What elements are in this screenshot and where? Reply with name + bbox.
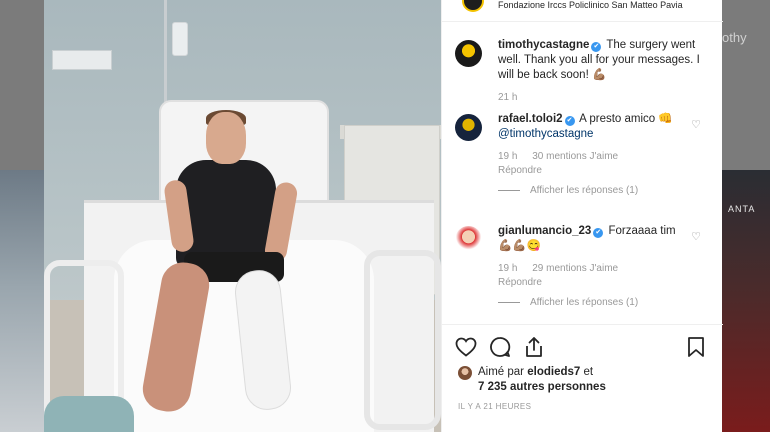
replies-dash bbox=[498, 190, 520, 191]
post-modal: Fondazione Irccs Policlinico San Matteo … bbox=[44, 0, 723, 432]
photo-bed-rail-right bbox=[364, 250, 441, 430]
likes-others-link[interactable]: 7 235 autres personnes bbox=[478, 381, 606, 393]
post-actions: Aimé par elodieds7 et 7 235 autres perso… bbox=[442, 324, 723, 432]
post-timestamp[interactable]: IL Y A 21 HEURES bbox=[458, 402, 531, 411]
post-photo[interactable] bbox=[44, 0, 441, 432]
comment-like-heart-icon[interactable]: ♡ bbox=[691, 118, 701, 131]
caption-text: timothycastagne ✔ The surgery went well. … bbox=[498, 38, 701, 83]
avatar[interactable] bbox=[462, 0, 484, 12]
show-replies-label: Afficher les réponses (1) bbox=[530, 185, 639, 196]
verified-badge-icon: ✔ bbox=[564, 116, 575, 126]
comment-likes-count[interactable]: 29 mentions J'aime bbox=[532, 263, 618, 274]
avatar[interactable] bbox=[455, 114, 482, 141]
comment-username[interactable]: gianlumancio_23 bbox=[498, 225, 591, 237]
likes-user-link[interactable]: elodieds7 bbox=[527, 366, 580, 378]
comment-emojis: 💪🏽💪🏽😋 bbox=[498, 240, 541, 252]
comment-username[interactable]: rafael.toloi2 bbox=[498, 113, 563, 125]
bookmark-icon[interactable] bbox=[684, 335, 710, 361]
photo-person-head bbox=[206, 112, 246, 164]
post-panel: Fondazione Irccs Policlinico San Matteo … bbox=[441, 0, 723, 432]
share-icon[interactable] bbox=[522, 335, 548, 361]
background-photo-caption: ANTA bbox=[728, 204, 756, 214]
avatar[interactable] bbox=[458, 366, 472, 380]
comment-text: gianlumancio_23 ✔ Forzaaaa tim 💪🏽💪🏽😋 bbox=[498, 224, 701, 254]
comment-username[interactable]: timothycastagne bbox=[498, 39, 589, 51]
avatar[interactable] bbox=[455, 226, 482, 253]
background-photo-left[interactable] bbox=[0, 170, 44, 432]
replies-dash bbox=[498, 302, 520, 303]
photo-wall-panel bbox=[52, 50, 112, 70]
comment-item: gianlumancio_23 ✔ Forzaaaa tim 💪🏽💪🏽😋 ♡ 19… bbox=[442, 224, 723, 308]
comment-time[interactable]: 21 h bbox=[498, 92, 517, 103]
avatar[interactable] bbox=[455, 40, 482, 67]
action-bar bbox=[454, 335, 712, 361]
comment-item: rafael.toloi2 ✔ A presto amico 👊 @timothy… bbox=[442, 112, 723, 224]
post-location[interactable]: Fondazione Irccs Policlinico San Matteo … bbox=[498, 0, 683, 10]
heart-icon[interactable] bbox=[454, 335, 480, 361]
show-replies-button[interactable]: Afficher les réponses (1) bbox=[498, 185, 701, 196]
likes-text: Aimé par elodieds7 et 7 235 autres perso… bbox=[458, 365, 708, 395]
likes-summary: Aimé par elodieds7 et 7 235 autres perso… bbox=[458, 365, 708, 395]
comment-likes-count[interactable]: 30 mentions J'aime bbox=[532, 151, 618, 162]
comment-mention-link[interactable]: @timothycastagne bbox=[498, 128, 593, 140]
comment-list: timothycastagne ✔ The surgery went well. … bbox=[442, 38, 723, 308]
comment-time[interactable]: 19 h bbox=[498, 263, 517, 274]
comment-body: Forzaaaa tim bbox=[608, 225, 676, 237]
caption: timothycastagne ✔ The surgery went well. … bbox=[442, 38, 723, 112]
reply-button[interactable]: Répondre bbox=[498, 277, 701, 288]
comment-icon[interactable] bbox=[488, 335, 514, 361]
comment-like-heart-icon[interactable]: ♡ bbox=[691, 230, 701, 243]
show-replies-button[interactable]: Afficher les réponses (1) bbox=[498, 297, 701, 308]
post-header: Fondazione Irccs Policlinico San Matteo … bbox=[442, 0, 723, 22]
photo-iv-bag bbox=[172, 22, 188, 56]
background-username: othy bbox=[722, 30, 747, 45]
photo-blanket bbox=[44, 396, 134, 432]
comment-text: rafael.toloi2 ✔ A presto amico 👊 @timothy… bbox=[498, 112, 701, 142]
comment-meta: 19 h 30 mentions J'aime bbox=[498, 151, 701, 162]
comment-meta: 21 h bbox=[498, 92, 701, 103]
reply-button[interactable]: Répondre bbox=[498, 165, 701, 176]
verified-badge-icon: ✔ bbox=[593, 228, 604, 238]
show-replies-label: Afficher les réponses (1) bbox=[530, 297, 639, 308]
verified-badge-icon: ✔ bbox=[591, 42, 602, 52]
comment-meta: 19 h 29 mentions J'aime bbox=[498, 263, 701, 274]
likes-suffix: et bbox=[583, 366, 594, 378]
comment-body: A presto amico 👊 bbox=[579, 113, 673, 125]
likes-prefix: Aimé par bbox=[478, 366, 525, 378]
comment-time[interactable]: 19 h bbox=[498, 151, 517, 162]
